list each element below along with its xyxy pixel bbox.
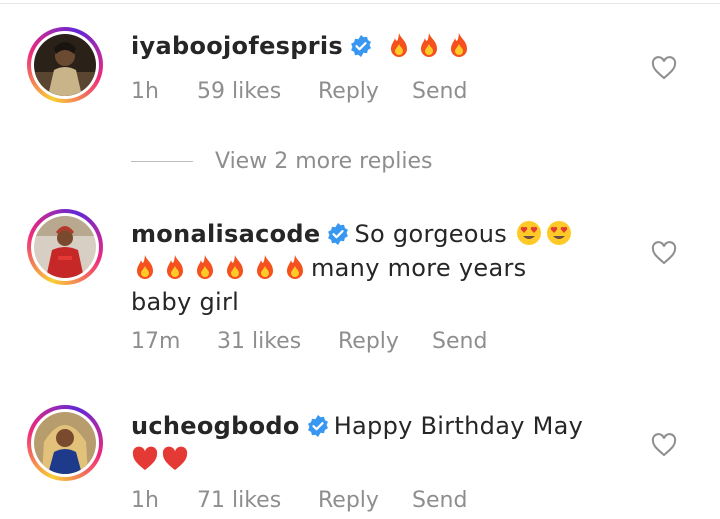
comment-username[interactable]: iyaboojofespris (131, 32, 343, 60)
comment-text: iyaboojofespris (131, 29, 611, 63)
comment-body-part3: baby girl (131, 288, 240, 316)
comment-likes[interactable]: 31 likes (217, 329, 338, 354)
comment-meta: 1h 71 likes Reply Send (131, 488, 467, 513)
comment-likes[interactable]: 71 likes (197, 488, 318, 513)
comment-body-part1: Happy Birthday May (333, 412, 584, 440)
comment-username[interactable]: ucheogbodo (131, 412, 300, 440)
avatar-story-ring[interactable] (27, 27, 103, 103)
like-heart-icon[interactable] (651, 241, 677, 265)
comment-time: 17m (131, 329, 181, 354)
comment-username[interactable]: monalisacode (131, 220, 320, 248)
heart-eyes-emoji-icon (517, 221, 542, 245)
replies-divider (131, 160, 193, 162)
send-button[interactable]: Send (432, 329, 487, 354)
view-more-replies-button[interactable]: View 2 more replies (131, 146, 432, 176)
reply-button[interactable]: Reply (318, 79, 412, 104)
reply-button[interactable]: Reply (338, 329, 432, 354)
comment-text: monalisacode So gorgeous many more years b… (131, 217, 611, 319)
like-heart-icon[interactable] (651, 433, 677, 457)
fire-emoji-icon (197, 255, 213, 279)
avatar (34, 216, 96, 278)
fire-emoji-icon (137, 255, 153, 279)
send-button[interactable]: Send (412, 488, 467, 513)
fire-emoji-icon (450, 33, 467, 57)
comment-body-part2: many more years (311, 254, 527, 282)
comment-body-part1: So gorgeous (354, 220, 508, 248)
like-heart-icon[interactable] (651, 56, 677, 80)
comment-meta: 1h 59 likes Reply Send (131, 79, 467, 104)
comment-time: 1h (131, 488, 159, 513)
view-more-replies-label: View 2 more replies (215, 148, 433, 174)
top-divider (0, 3, 720, 4)
verified-badge-icon (328, 223, 349, 245)
comment-likes[interactable]: 59 likes (197, 79, 318, 104)
reply-button[interactable]: Reply (318, 488, 412, 513)
fire-emoji-icon (420, 33, 437, 57)
comment-text: ucheogbodo Happy Birthday May (131, 409, 611, 477)
avatar (34, 34, 96, 96)
heart-eyes-emoji-icon (547, 221, 572, 245)
avatar (34, 412, 96, 474)
fire-emoji-icon (257, 255, 273, 279)
fire-emoji-icon (390, 33, 407, 57)
verified-badge-icon (307, 415, 328, 437)
fire-emoji-icon (287, 255, 303, 279)
send-button[interactable]: Send (412, 79, 467, 104)
verified-badge-icon (351, 35, 371, 57)
comment-meta: 17m 31 likes Reply Send (131, 329, 487, 354)
avatar-story-ring[interactable] (27, 405, 103, 481)
comment-time: 1h (131, 79, 159, 104)
red-heart-emoji-icon (132, 446, 158, 470)
red-heart-emoji-icon (162, 446, 188, 470)
fire-emoji-icon (227, 255, 243, 279)
fire-emoji-icon (167, 255, 183, 279)
avatar-story-ring[interactable] (27, 209, 103, 285)
